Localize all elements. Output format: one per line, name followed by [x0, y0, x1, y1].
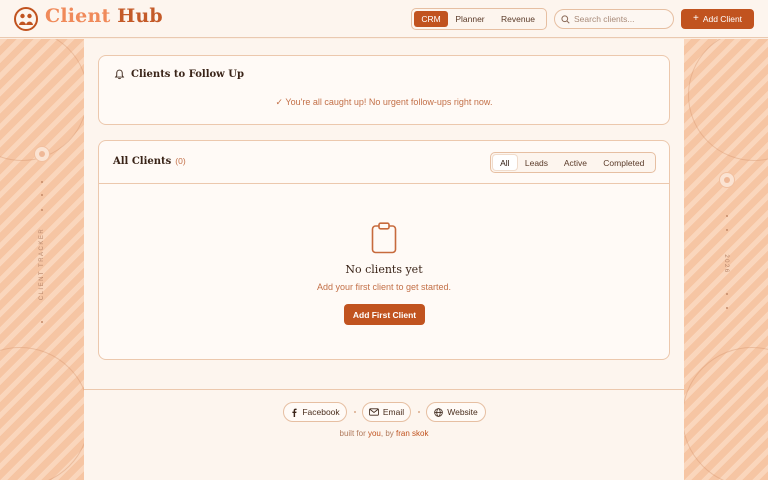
- all-clients-header: All Clients (0) All Leads Active Complet…: [99, 141, 669, 184]
- website-link[interactable]: Website: [426, 402, 486, 422]
- credit-by: , by: [380, 429, 394, 438]
- facebook-link[interactable]: Facebook: [283, 402, 347, 422]
- decor-dot: [34, 146, 50, 162]
- add-client-button[interactable]: + Add Client: [681, 9, 754, 29]
- filter-tab-leads[interactable]: Leads: [517, 155, 557, 170]
- left-decor-panel: CLIENT TRACKER: [0, 39, 84, 480]
- search-box: [554, 9, 674, 29]
- right-decor-panel: 2026: [684, 39, 768, 480]
- footer-divider: [84, 389, 684, 390]
- decor-pip: [41, 194, 43, 196]
- all-clients-card: All Clients (0) All Leads Active Complet…: [98, 140, 670, 360]
- email-link-label: Email: [382, 407, 405, 417]
- follow-up-message: ✓ You're all caught up! No urgent follow…: [275, 97, 493, 107]
- decor-dot: [719, 172, 735, 188]
- decor-circle: [0, 347, 84, 480]
- credit-prefix: built for: [339, 429, 366, 438]
- nav-tab-planner[interactable]: Planner: [448, 11, 492, 27]
- decor-circle: [684, 347, 768, 480]
- follow-up-card: Clients to Follow Up ✓ You're all caught…: [98, 55, 670, 125]
- decor-pip: [726, 215, 728, 217]
- decor-pip: [41, 181, 43, 183]
- credit-author-link[interactable]: fran skok: [396, 429, 428, 438]
- nav-tab-revenue[interactable]: Revenue: [492, 11, 544, 27]
- filter-tab-active[interactable]: Active: [556, 155, 595, 170]
- website-link-label: Website: [447, 407, 478, 417]
- decor-pip: [41, 209, 43, 211]
- add-client-label: Add Client: [702, 14, 743, 24]
- brand-title: Client Hub: [45, 5, 163, 27]
- facebook-icon: [292, 408, 297, 417]
- decor-circle: [688, 39, 768, 161]
- empty-state-subtitle: Add your first client to get started.: [316, 282, 452, 292]
- footer-separator-dot: [418, 411, 420, 413]
- filter-tab-all[interactable]: All: [493, 155, 517, 170]
- footer-separator-dot: [354, 411, 356, 413]
- decor-pip: [41, 321, 43, 323]
- decor-pip: [726, 307, 728, 309]
- nav-tab-crm[interactable]: CRM: [414, 11, 448, 27]
- follow-up-header: Clients to Follow Up: [114, 69, 244, 80]
- sidebar-label-client-tracker: CLIENT TRACKER: [39, 227, 45, 301]
- plus-icon: +: [692, 13, 699, 24]
- logo-icon: [14, 7, 38, 31]
- add-first-client-button[interactable]: Add First Client: [344, 304, 425, 325]
- footer-credit: built for you, by fran skok: [84, 429, 684, 438]
- client-count-badge: (0): [175, 156, 186, 166]
- clipboard-icon: [371, 222, 397, 254]
- facebook-link-label: Facebook: [302, 407, 340, 417]
- follow-up-title: Clients to Follow Up: [131, 69, 244, 80]
- search-input[interactable]: [574, 14, 670, 24]
- filter-tab-completed[interactable]: Completed: [595, 155, 653, 170]
- client-filter-tabs: All Leads Active Completed: [490, 152, 656, 173]
- email-link[interactable]: Email: [362, 402, 411, 422]
- mail-icon: [369, 408, 379, 416]
- credit-you: you: [367, 429, 381, 438]
- app-header: Client Hub CRM Planner Revenue + Add Cli…: [0, 0, 768, 38]
- globe-icon: [434, 407, 443, 417]
- bell-icon: [114, 69, 125, 80]
- brand-word-hub: Hub: [117, 5, 163, 27]
- sidebar-label-year: 2026: [723, 254, 729, 274]
- all-clients-title-group: All Clients (0): [113, 156, 186, 167]
- main-content: Clients to Follow Up ✓ You're all caught…: [84, 39, 684, 480]
- empty-state-title: No clients yet: [345, 263, 423, 276]
- brand-word-client: Client: [45, 5, 111, 27]
- main-nav: CRM Planner Revenue: [411, 8, 547, 30]
- search-icon: [561, 14, 570, 24]
- decor-circle: [0, 39, 84, 161]
- all-clients-title: All Clients: [113, 156, 172, 167]
